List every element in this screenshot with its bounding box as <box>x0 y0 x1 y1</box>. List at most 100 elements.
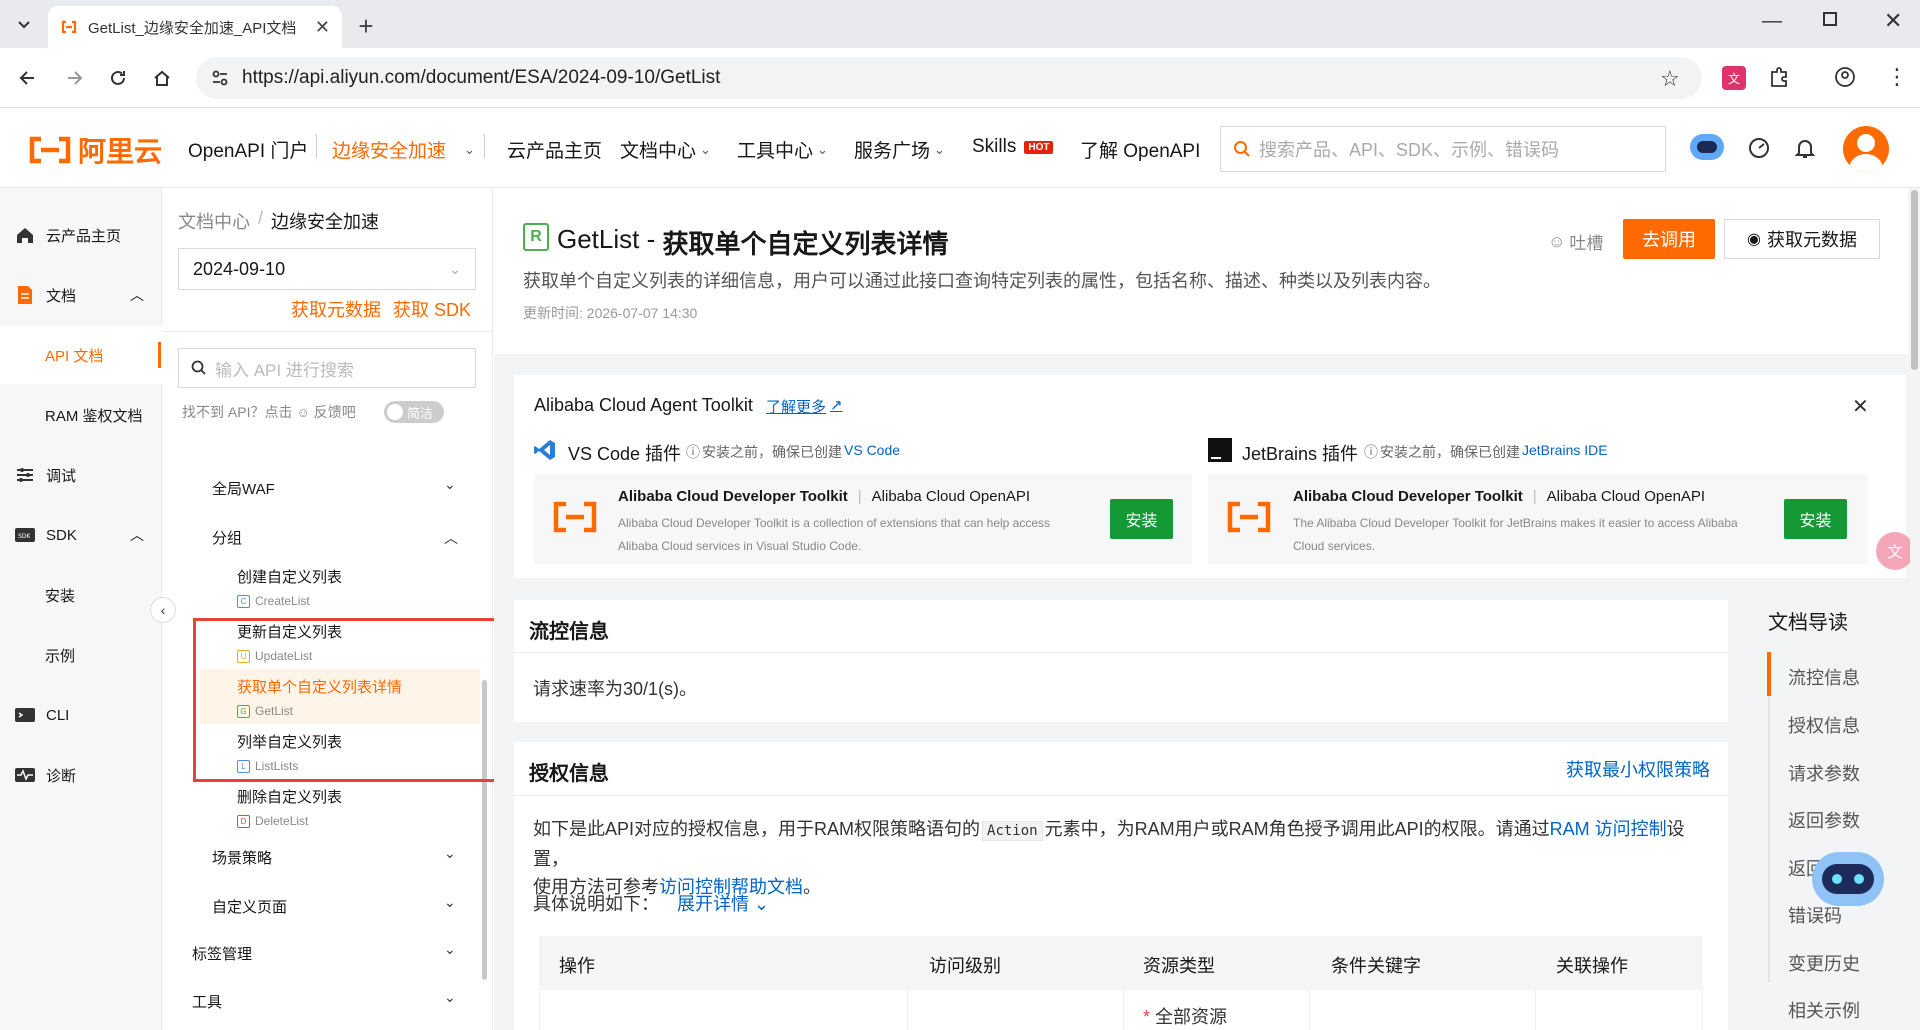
collapse-panel-button[interactable]: ‹ <box>150 597 176 623</box>
rail-item-api-docs[interactable]: API 文档 <box>0 326 162 384</box>
call-api-button[interactable]: 去调用 <box>1623 219 1715 259</box>
vscode-install-button[interactable]: 安装 <box>1110 499 1173 539</box>
group-grouping[interactable]: 分组 <box>212 527 242 548</box>
bookmark-star-icon[interactable]: ☆ <box>1660 66 1680 92</box>
browser-menu-icon[interactable]: ⋮ <box>1886 64 1908 90</box>
rail-item-install[interactable]: 安装 <box>0 566 162 624</box>
home-button[interactable] <box>144 60 180 96</box>
rail-item-cli[interactable]: CLI <box>0 686 162 744</box>
rail-item-sdk[interactable]: SDK SDK ︿ <box>0 506 162 564</box>
concise-toggle[interactable]: 简洁 <box>384 401 444 423</box>
toc-item-auth[interactable]: 授权信息 <box>1788 712 1860 738</box>
nav-tool-center[interactable]: 工具中心 ⌄ <box>737 136 828 163</box>
toc-item-request-params[interactable]: 请求参数 <box>1788 760 1860 786</box>
column-related-action: 关联操作 <box>1556 956 1628 976</box>
tab-list-button[interactable] <box>6 6 42 42</box>
group-scene-policy[interactable]: 场景策略 <box>212 847 272 868</box>
toc-item-change-history[interactable]: 变更历史 <box>1788 950 1860 976</box>
get-sdk-link[interactable]: 获取 SDK <box>393 296 471 322</box>
ram-link[interactable]: RAM 访问控制 <box>1550 819 1667 839</box>
toc-item-related-examples[interactable]: 相关示例 <box>1788 997 1860 1023</box>
close-window-button[interactable]: ✕ <box>1884 8 1902 34</box>
profile-icon[interactable] <box>1834 66 1856 88</box>
learn-more-link[interactable]: 了解更多 ↗ <box>766 396 843 417</box>
toc-item-response-params[interactable]: 返回参数 <box>1788 807 1860 833</box>
translate-extension-icon[interactable]: 文 <box>1722 66 1746 90</box>
chevron-down-icon[interactable]: ⌄ <box>444 941 456 958</box>
chevron-up-icon[interactable]: ︿ <box>444 528 458 548</box>
global-search-input[interactable]: 搜索产品、API、SDK、示例、错误码 <box>1220 126 1666 172</box>
restore-button[interactable] <box>1823 12 1837 26</box>
site-info-icon[interactable] <box>210 68 230 88</box>
floating-translate-icon[interactable]: 文 <box>1876 532 1914 570</box>
auth-title: 授权信息 <box>529 763 609 785</box>
page-scrollbar-thumb[interactable] <box>1911 190 1918 370</box>
close-toolkit-icon[interactable]: ✕ <box>1852 394 1869 419</box>
url-bar[interactable]: https://api.aliyun.com/document/ESA/2024… <box>196 57 1702 99</box>
chevron-down-icon[interactable]: ⌄ <box>444 989 456 1006</box>
flow-section <box>514 600 1728 722</box>
toc-item-flow[interactable]: 流控信息 <box>1788 664 1860 690</box>
rss-icon: ◉ <box>1747 231 1761 248</box>
rail-item-diagnose[interactable]: 诊断 <box>0 746 162 804</box>
jetbrains-label: JetBrains 插件 <box>1242 444 1359 464</box>
group-tools[interactable]: 工具 <box>192 991 222 1012</box>
breadcrumb-root[interactable]: 文档中心 <box>178 208 250 234</box>
openapi-portal-link[interactable]: OpenAPI 门户 <box>188 136 308 163</box>
nav-doc-center[interactable]: 文档中心 ⌄ <box>620 136 711 163</box>
aliyun-logo[interactable]: 阿里云 <box>28 130 162 170</box>
table-col-divider <box>1309 990 1310 1030</box>
ai-assistant-icon[interactable] <box>1690 134 1724 160</box>
rail-item-product-home[interactable]: 云产品主页 <box>0 206 162 264</box>
feedback-link[interactable]: 反馈吧 <box>314 402 356 422</box>
nav-product-home[interactable]: 云产品主页 <box>507 136 602 163</box>
back-button[interactable] <box>10 60 46 96</box>
group-custom-page[interactable]: 自定义页面 <box>212 896 287 917</box>
bell-icon[interactable] <box>1794 137 1816 159</box>
group-tag-management[interactable]: 标签管理 <box>192 943 252 964</box>
expand-details-link[interactable]: 展开详情 ⌄ <box>677 890 769 916</box>
product-switcher[interactable]: 边缘安全加速 ⌄ <box>332 136 475 163</box>
api-item-create-list[interactable]: 创建自定义列表 <box>237 566 342 587</box>
chevron-down-icon[interactable]: ⌄ <box>444 894 456 911</box>
min-policy-link[interactable]: 获取最小权限策略 <box>1566 756 1710 782</box>
extensions-puzzle-icon[interactable] <box>1768 66 1790 88</box>
api-item-delete-list[interactable]: 删除自定义列表 <box>237 786 342 807</box>
chevron-down-icon[interactable]: ⌄ <box>444 476 456 493</box>
action-code: Action <box>982 821 1043 841</box>
api-search-input[interactable]: 输入 API 进行搜索 <box>178 348 476 388</box>
forward-button[interactable] <box>56 60 92 96</box>
robot-assistant-icon[interactable] <box>1808 846 1888 910</box>
jetbrains-install-button[interactable]: 安装 <box>1784 499 1847 539</box>
rail-item-debug[interactable]: 调试 <box>0 446 162 504</box>
nav-service-plaza[interactable]: 服务广场 ⌄ <box>854 136 945 163</box>
aliyun-favicon-icon <box>61 20 77 34</box>
minimize-button[interactable]: — <box>1762 10 1782 33</box>
column-resource-type: 资源类型 <box>1143 956 1215 976</box>
browser-tab[interactable]: GetList_边缘安全加速_API文档 ✕ <box>48 6 342 48</box>
rail-item-ram-docs[interactable]: RAM 鉴权文档 <box>0 386 162 444</box>
group-global-waf[interactable]: 全局WAF <box>212 478 275 499</box>
breadcrumb-current: 边缘安全加速 <box>271 212 380 232</box>
section-divider <box>514 795 1728 796</box>
jetbrains-link[interactable]: JetBrains IDE <box>1522 442 1608 462</box>
version-select[interactable]: 2024-09-10 ⌄ <box>178 248 476 290</box>
nav-about-openapi[interactable]: 了解 OpenAPI <box>1080 136 1200 163</box>
reload-button[interactable] <box>100 60 136 96</box>
user-avatar[interactable] <box>1843 126 1889 172</box>
dashboard-icon[interactable] <box>1748 137 1770 159</box>
get-metadata-button[interactable]: ◉ 获取元数据 <box>1724 219 1880 259</box>
vscode-label: VS Code 插件 <box>568 444 682 464</box>
close-tab-icon[interactable]: ✕ <box>315 17 330 38</box>
chevron-down-icon[interactable]: ⌄ <box>444 845 456 862</box>
vscode-plugin-name: Alibaba Cloud Developer Toolkit | Alibaba … <box>618 488 1031 505</box>
get-metadata-link[interactable]: 获取元数据 <box>291 296 381 322</box>
vscode-link[interactable]: VS Code <box>844 442 900 462</box>
info-icon: ⓘ <box>1364 444 1378 460</box>
nav-skills[interactable]: Skills HOT <box>972 136 1054 158</box>
new-tab-button[interactable]: + <box>348 8 384 44</box>
sliders-icon <box>14 464 36 486</box>
feedback-button[interactable]: ☺ 吐槽 <box>1548 229 1603 254</box>
rail-item-docs[interactable]: 文档 ︿ <box>0 266 162 324</box>
rail-item-examples[interactable]: 示例 <box>0 626 162 684</box>
